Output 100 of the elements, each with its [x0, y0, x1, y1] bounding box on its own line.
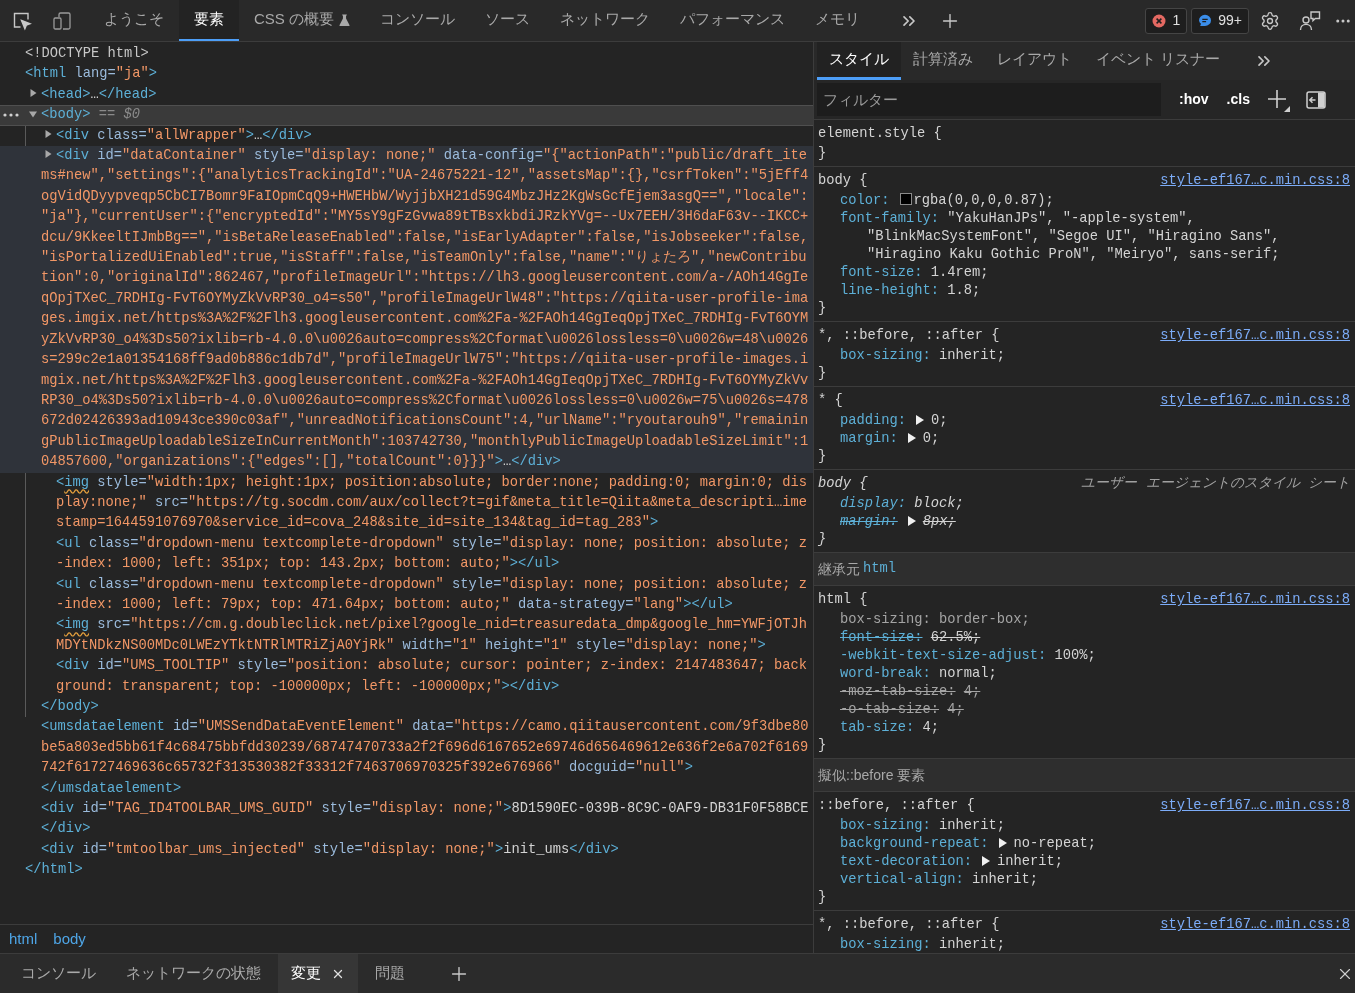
- section-label: 擬似::before 要素: [818, 765, 926, 785]
- inspect-icon[interactable]: [12, 10, 32, 31]
- css-declaration[interactable]: box-sizing: border-box;: [818, 611, 1350, 629]
- element-link[interactable]: html: [863, 558, 896, 580]
- css-selector: element.style {: [818, 125, 942, 143]
- expand-arrow-icon[interactable]: [44, 130, 52, 138]
- more-icon[interactable]: [3, 113, 19, 118]
- expand-arrow-icon[interactable]: [982, 856, 991, 866]
- closing-tag[interactable]: </body>: [0, 697, 813, 718]
- panel-tab[interactable]: パフォーマンス: [665, 0, 800, 41]
- css-selector: * {: [818, 392, 843, 410]
- dom-node[interactable]: <div id="UMS_TOOLTIP" style="position: absolute; cursor: pointer; z-index: 2147483647; background: transparent; top: -100000px; left: -100000px;"></div>: [0, 656, 813, 697]
- css-declaration[interactable]: vertical-align: inherit;: [818, 871, 1350, 889]
- message-counter[interactable]: 99+: [1191, 7, 1249, 34]
- closing-brace: }: [818, 737, 827, 755]
- css-declaration[interactable]: font-size: 1.4rem;: [818, 264, 1350, 282]
- expand-arrow-icon[interactable]: [29, 89, 37, 98]
- closing-tag[interactable]: </div>: [0, 819, 813, 840]
- pane-tab[interactable]: レイアウト: [985, 42, 1084, 80]
- device-icon[interactable]: [52, 10, 72, 31]
- dom-node[interactable]: <div id="TAG_ID4TOOLBAR_UMS_GUID" style="display: none;">8D1590EC-039B-8C9C-0AF9-DB31F0F58BCE: [0, 799, 813, 820]
- dom-node[interactable]: <img src="https://cm.g.doubleclick.net/pixel?google_nid=treasuredata_dmp&google_hm=YWFjOTJhMDYtNDkzNS00MDc0LWEzYTktNTRlMTRiZjA0YjRk" width="1" height="1" style="display: none;">: [0, 615, 813, 657]
- css-declaration[interactable]: text-decoration: inherit;: [818, 853, 1350, 871]
- source-link[interactable]: style-ef167…c.min.css:8: [1160, 170, 1350, 192]
- breadcrumb-link[interactable]: html: [1, 927, 46, 951]
- expand-arrow-icon[interactable]: [916, 415, 924, 425]
- panel-tab[interactable]: ようこそ: [89, 0, 179, 41]
- closing-brace: }: [818, 448, 827, 466]
- css-declaration[interactable]: box-sizing: inherit;: [818, 347, 1350, 365]
- css-selector: *, ::before, ::after {: [818, 916, 1000, 934]
- drawer-tab[interactable]: ネットワークの状態: [113, 954, 274, 993]
- css-declaration[interactable]: color: rgba(0,0,0,0.87);: [818, 192, 1350, 210]
- expand-arrow-icon[interactable]: [907, 516, 916, 526]
- swatch-icon[interactable]: [899, 193, 912, 205]
- css-declaration[interactable]: font-family: "YakuHanJPs", "-apple-system", "BlinkMacSystemFont", "Segoe UI", "Hiragino Sans", "Hiragino Kaku Gothic ProN", "Meiryo", sans-serif;: [818, 210, 1350, 264]
- css-declaration[interactable]: -webkit-text-size-adjust: 100%;: [818, 647, 1350, 665]
- source-link[interactable]: style-ef167…c.min.css:8: [1160, 325, 1350, 347]
- closing-brace: }: [818, 365, 827, 383]
- dom-node[interactable]: <div id="tmtoolbar_ums_injected" style="display: none;">init_ums</div>: [0, 839, 813, 861]
- css-declaration[interactable]: word-break: normal;: [818, 665, 1350, 683]
- pane-tab[interactable]: 計算済み: [901, 42, 985, 80]
- dom-node[interactable]: <html lang="ja">: [0, 64, 813, 85]
- sidebar-toggle-icon[interactable]: [1305, 90, 1326, 109]
- source-link[interactable]: style-ef167…c.min.css:8: [1160, 914, 1350, 936]
- css-selector: *, ::before, ::after {: [818, 327, 1000, 345]
- css-declaration[interactable]: margin: 8px;: [818, 513, 1350, 531]
- plus-icon[interactable]: [1265, 87, 1290, 112]
- expand-arrow-icon[interactable]: [907, 433, 916, 443]
- drawer-tab[interactable]: コンソール: [8, 954, 109, 993]
- error-counter[interactable]: 1: [1145, 7, 1188, 34]
- css-selector: html {: [818, 591, 868, 609]
- css-declaration[interactable]: font-size: 62.5%;: [818, 629, 1350, 647]
- stylesheet-origin: ユーザー エージェントのスタイル シート: [1081, 475, 1350, 493]
- closing-brace: }: [818, 145, 827, 163]
- css-declaration[interactable]: box-sizing: inherit;: [818, 936, 1350, 953]
- dom-node[interactable]: <!DOCTYPE html>: [0, 44, 813, 65]
- css-declaration[interactable]: box-sizing: inherit;: [818, 817, 1350, 835]
- pane-tab[interactable]: スタイル: [817, 42, 901, 80]
- drawer-tab[interactable]: 変更: [278, 954, 358, 993]
- toggle-button[interactable]: .cls: [1226, 89, 1250, 110]
- dom-node[interactable]: <head>…</head>: [0, 84, 813, 106]
- toggle-button[interactable]: :hov: [1179, 89, 1209, 110]
- panel-tab[interactable]: 要素: [179, 0, 239, 41]
- source-link[interactable]: style-ef167…c.min.css:8: [1160, 390, 1350, 412]
- closing-tag[interactable]: </umsdataelement>: [0, 778, 813, 800]
- css-declaration[interactable]: -o-tab-size: 4;: [818, 701, 1350, 719]
- section-label: 継承元: [818, 559, 860, 579]
- breadcrumb-link[interactable]: body: [45, 927, 94, 951]
- css-declaration[interactable]: background-repeat: no-repeat;: [818, 835, 1350, 853]
- speech-bubble-icon: [1198, 13, 1213, 28]
- settings-icon[interactable]: [1260, 10, 1280, 31]
- panel-tab[interactable]: コンソール: [365, 0, 470, 41]
- panel-tab[interactable]: ネットワーク: [545, 0, 665, 41]
- css-declaration[interactable]: line-height: 1.8;: [818, 282, 1350, 300]
- css-declaration[interactable]: display: block;: [818, 495, 1350, 513]
- source-link[interactable]: style-ef167…c.min.css:8: [1160, 795, 1350, 817]
- css-selector: ::before, ::after {: [818, 797, 975, 815]
- person-bubble-icon[interactable]: [1299, 9, 1321, 32]
- panel-tab[interactable]: メモリ: [800, 0, 875, 41]
- css-declaration[interactable]: -moz-tab-size: 4;: [818, 683, 1350, 701]
- closing-brace: }: [818, 889, 827, 907]
- drawer-tab[interactable]: 問題: [362, 954, 418, 993]
- error-icon: [1152, 13, 1167, 28]
- dom-node[interactable]: <body> == $0: [0, 105, 813, 126]
- css-declaration[interactable]: padding: 0;: [818, 412, 1350, 430]
- filter-field[interactable]: フィルター: [817, 83, 1161, 116]
- css-declaration[interactable]: margin: 0;: [818, 430, 1350, 448]
- pane-tab[interactable]: イベント リスナー: [1084, 42, 1233, 80]
- closing-tag[interactable]: </html>: [0, 860, 813, 881]
- css-declaration[interactable]: tab-size: 4;: [818, 719, 1350, 737]
- panel-tab[interactable]: ソース: [470, 0, 545, 41]
- dom-node[interactable]: <umsdataelement id="UMSSendDataEventElement" data="https://camo.qiitausercontent.com/9f3dbe80be5a803ed5bb61f4c68475bbfdd30239/68747470733a2f2f696d6167652e69746d656469612e636f2e6a702f6169742f61727469636c65732f313530382f33312f7463706970325f392e676966" docguid="null">: [0, 717, 813, 779]
- source-link[interactable]: style-ef167…c.min.css:8: [1160, 589, 1350, 611]
- dom-node[interactable]: <div class="allWrapper">…</div>: [0, 125, 813, 147]
- dom-node[interactable]: <ul class="dropdown-menu textcomplete-dropdown" style="display: none; position: absolute; z-index: 1000; left: 351px; top: 143.2px; bottom: auto;"></ul>: [0, 533, 813, 575]
- closing-brace: }: [818, 300, 827, 318]
- panel-tab[interactable]: CSS の概要: [239, 0, 365, 41]
- dom-node[interactable]: <img style="width:1px; height:1px; position:absolute; border:none; padding:0; margin:0; display:none;" src="https://tg.socdm.com/aux/collect?t=gif&meta_title=Qiita&meta_descripti…imestamp=1644591076970&service_id=cova_248&site_id=site_134&tag_id=tag_283">: [0, 472, 813, 534]
- css-selector: body {: [818, 475, 868, 493]
- expand-arrow-icon[interactable]: [998, 838, 1007, 848]
